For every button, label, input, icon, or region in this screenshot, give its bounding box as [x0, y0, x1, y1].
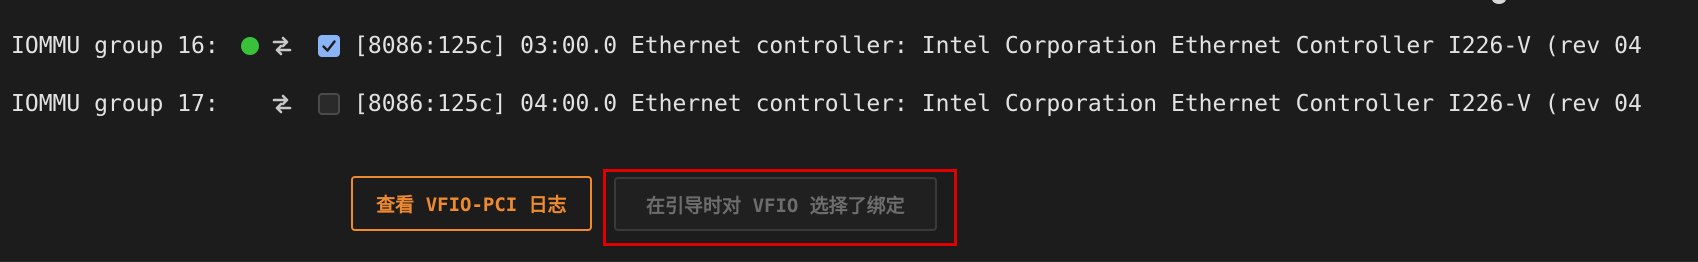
- device-description: [8086:125c] 04:00.0 Ethernet controller:…: [354, 91, 1642, 117]
- iommu-device-row: IOMMU group 17: [8086:125c] 04:00.0 Ethe…: [0, 89, 1698, 119]
- bind-selected-vfio-button[interactable]: 在引导时对 VFIO 选择了绑定: [614, 177, 937, 231]
- view-vfio-log-button[interactable]: 查看 VFIO-PCI 日志: [351, 176, 592, 231]
- iommu-group-label: IOMMU group 17:: [11, 91, 219, 117]
- device-description: [8086:125c] 03:00.0 Ethernet controller:…: [354, 33, 1642, 59]
- cropped-decoration: [1492, 0, 1506, 4]
- swap-icon[interactable]: [270, 92, 294, 116]
- device-checkbox[interactable]: [318, 93, 340, 115]
- iommu-device-row: IOMMU group 16: [8086:125c] 03:00.0 Ethe…: [0, 31, 1698, 61]
- status-active-icon: [241, 37, 259, 55]
- checkmark-icon: [322, 40, 336, 52]
- swap-icon[interactable]: [270, 34, 294, 58]
- iommu-group-label: IOMMU group 16:: [11, 33, 219, 59]
- device-checkbox[interactable]: [318, 35, 340, 57]
